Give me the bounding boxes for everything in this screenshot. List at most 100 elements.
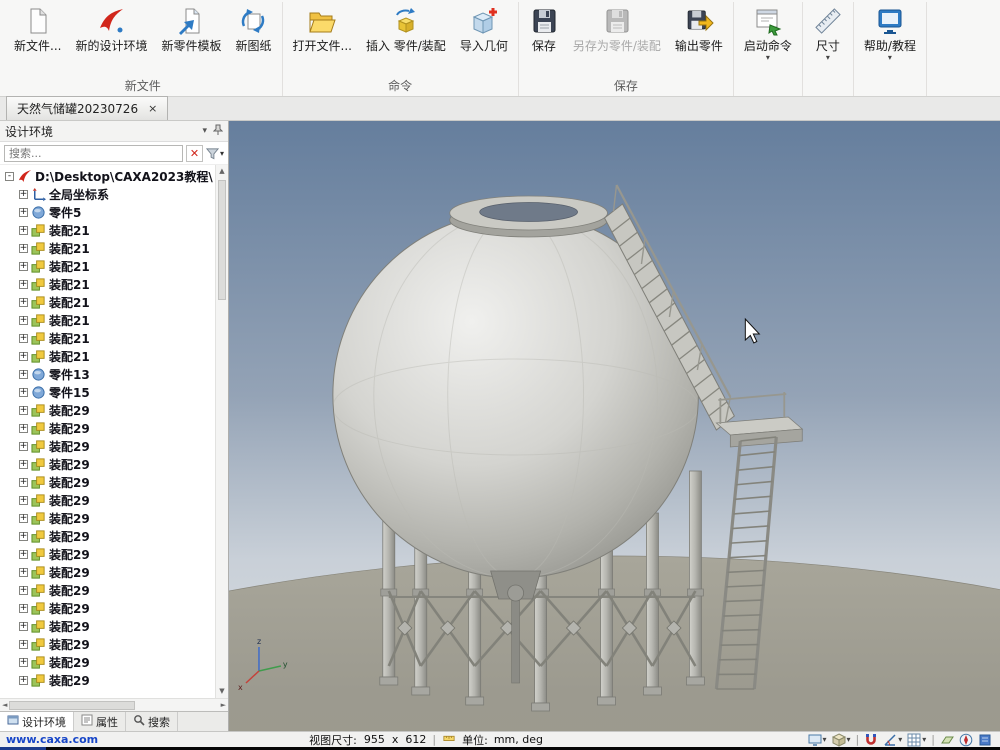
tree-expander[interactable]: + (19, 568, 28, 577)
tree-item[interactable]: +装配29 (2, 581, 214, 599)
scroll-down-icon[interactable]: ▼ (219, 685, 224, 698)
tree-expander[interactable]: + (19, 622, 28, 631)
tree-item[interactable]: +装配29 (2, 437, 214, 455)
chevron-down-icon[interactable]: ▾ (202, 126, 207, 136)
ribbon-button-export-part[interactable]: 输出零件 (668, 2, 730, 54)
tree-item[interactable]: +装配29 (2, 401, 214, 419)
tree-item[interactable]: +装配29 (2, 635, 214, 653)
dropdown-caret-icon[interactable]: ▾ (823, 735, 827, 744)
dropdown-caret-icon[interactable]: ▾ (898, 735, 902, 744)
tree-item[interactable]: +装配21 (2, 221, 214, 239)
tree-expander[interactable]: + (19, 334, 28, 343)
angle-snap-icon[interactable]: ▾ (883, 733, 902, 747)
grid-icon[interactable]: ▾ (907, 733, 926, 747)
tree-expander[interactable]: + (19, 658, 28, 667)
tree-item[interactable]: +装配21 (2, 239, 214, 257)
tree-expander[interactable]: + (19, 226, 28, 235)
side-tab-properties[interactable]: 属性 (74, 712, 126, 731)
side-tab-design-env[interactable]: 设计环境 (0, 712, 74, 731)
tree-expander[interactable]: + (19, 370, 28, 379)
ribbon-button-new-part-template[interactable]: 新零件模板 (154, 2, 228, 54)
ribbon-button-import-geometry[interactable]: 导入几何 (453, 2, 515, 54)
tree-expander[interactable]: + (19, 550, 28, 559)
tree-expander[interactable]: + (19, 514, 28, 523)
ribbon-button-open-file[interactable]: 打开文件... (286, 2, 359, 54)
tree-item[interactable]: +装配29 (2, 671, 214, 689)
tree-item[interactable]: +装配29 (2, 617, 214, 635)
compass-icon[interactable] (959, 733, 973, 747)
tree-expander[interactable]: + (19, 388, 28, 397)
viewport-3d[interactable]: z y x (229, 121, 1000, 731)
tree-item[interactable]: -D:\Desktop\CAXA2023教程\1: (2, 167, 214, 185)
tree-item[interactable]: +装配29 (2, 455, 214, 473)
tree-item[interactable]: +装配29 (2, 527, 214, 545)
tree-expander[interactable]: + (19, 352, 28, 361)
filter-icon[interactable]: ▾ (206, 147, 224, 160)
tree-item[interactable]: +装配29 (2, 509, 214, 527)
dropdown-caret-icon[interactable]: ▾ (922, 735, 926, 744)
tree-item[interactable]: +装配29 (2, 473, 214, 491)
clear-search-button[interactable]: ✕ (186, 145, 203, 162)
work-plane-icon[interactable] (940, 733, 954, 747)
tree-item[interactable]: +装配29 (2, 419, 214, 437)
ribbon-button-new-design-env[interactable]: 新的设计环境 (68, 2, 154, 54)
scroll-thumb[interactable] (9, 701, 135, 710)
tree-expander[interactable]: + (19, 424, 28, 433)
scroll-thumb[interactable] (218, 180, 226, 300)
ribbon-button-insert-part[interactable]: 插入 零件/装配 (359, 2, 453, 54)
search-input[interactable] (4, 145, 183, 162)
tree-item[interactable]: +装配21 (2, 329, 214, 347)
tree-expander[interactable]: + (19, 586, 28, 595)
side-tab-search[interactable]: 搜索 (126, 712, 178, 731)
scroll-up-icon[interactable]: ▲ (219, 165, 224, 178)
ribbon-button-new-drawing[interactable]: 新图纸 (228, 2, 278, 54)
tree-item[interactable]: +装配29 (2, 599, 214, 617)
tree-expander[interactable]: + (19, 442, 28, 451)
view-cube-icon[interactable] (978, 733, 992, 747)
ribbon-button-new-file[interactable]: 新文件... (7, 2, 68, 54)
render-style-icon[interactable]: ▾ (832, 733, 851, 747)
document-tab[interactable]: 天然气储罐20230726 × (6, 96, 168, 120)
tree-horizontal-scrollbar[interactable]: ◄ ► (0, 698, 228, 711)
tank-top-ring[interactable] (450, 196, 608, 237)
tree-item[interactable]: +装配21 (2, 293, 214, 311)
pin-icon[interactable] (213, 124, 223, 139)
tree-expander[interactable]: + (19, 280, 28, 289)
tree-item[interactable]: +装配29 (2, 491, 214, 509)
tab-close-icon[interactable]: × (148, 102, 157, 115)
tree-item[interactable]: +装配29 (2, 545, 214, 563)
tree-expander[interactable]: + (19, 640, 28, 649)
tree-expander[interactable]: + (19, 316, 28, 325)
tree-item[interactable]: +零件15 (2, 383, 214, 401)
tree-expander[interactable]: + (19, 460, 28, 469)
tree-expander[interactable]: + (19, 478, 28, 487)
tree-expander[interactable]: + (19, 676, 28, 685)
tree-item[interactable]: +装配21 (2, 257, 214, 275)
ribbon-button-save-as[interactable]: 另存为零件/装配 (566, 2, 668, 54)
dropdown-caret-icon[interactable]: ▾ (847, 735, 851, 744)
tree-expander[interactable]: + (19, 406, 28, 415)
tree-item[interactable]: +装配21 (2, 347, 214, 365)
tree-expander[interactable]: + (19, 532, 28, 541)
tree-expander[interactable]: + (19, 298, 28, 307)
ribbon-button-launch-command[interactable]: 启动命令▾ (737, 2, 799, 62)
view-display-icon[interactable]: ▾ (808, 733, 827, 747)
3d-scene[interactable]: z y x (229, 121, 1000, 731)
tree-item[interactable]: +装配29 (2, 653, 214, 671)
scroll-left-icon[interactable]: ◄ (2, 701, 7, 709)
tree-expander[interactable]: - (5, 172, 14, 181)
tree-expander[interactable]: + (19, 244, 28, 253)
ribbon-button-dimension[interactable]: 尺寸▾ (806, 2, 850, 62)
tree-item[interactable]: +零件5 (2, 203, 214, 221)
magnet-snap-icon[interactable] (864, 733, 878, 747)
tree-item[interactable]: +全局坐标系 (2, 185, 214, 203)
tree-expander[interactable]: + (19, 262, 28, 271)
ribbon-button-save[interactable]: 保存 (522, 2, 566, 54)
caxa-website-link[interactable]: www.caxa.com (6, 733, 98, 746)
tree-item[interactable]: +零件13 (2, 365, 214, 383)
tree-expander[interactable]: + (19, 496, 28, 505)
tree-expander[interactable]: + (19, 208, 28, 217)
tree-expander[interactable]: + (19, 604, 28, 613)
tree-item[interactable]: +装配21 (2, 311, 214, 329)
ribbon-button-help[interactable]: 帮助/教程▾ (857, 2, 923, 62)
